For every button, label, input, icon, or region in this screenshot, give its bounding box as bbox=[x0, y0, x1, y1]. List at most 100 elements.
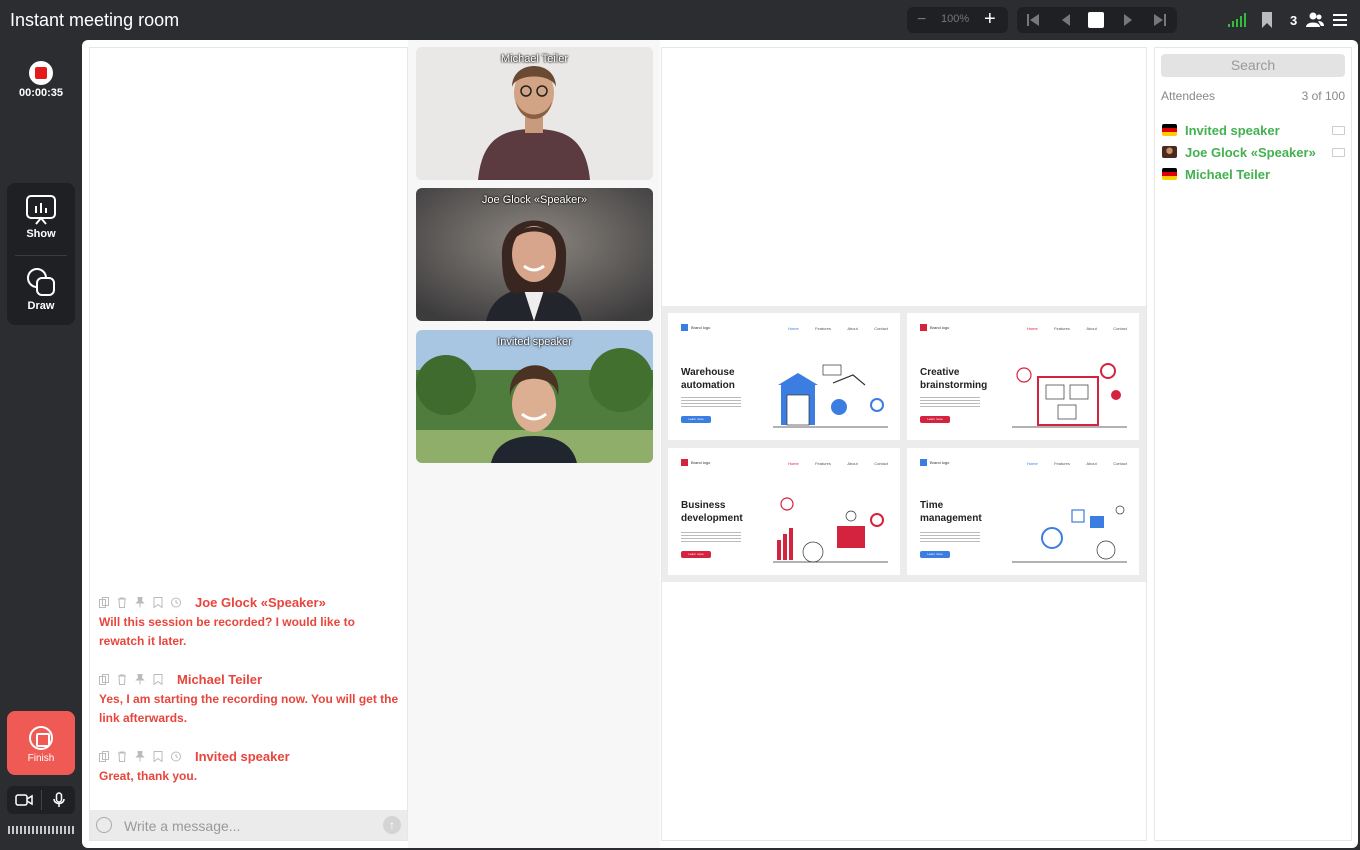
business-illustration bbox=[773, 497, 888, 563]
current-page-indicator[interactable] bbox=[1088, 12, 1104, 28]
delete-icon[interactable] bbox=[117, 674, 127, 685]
microphone-icon[interactable] bbox=[53, 792, 65, 808]
attendee-row[interactable]: Joe Glock «Speaker» bbox=[1162, 142, 1346, 160]
slide-nav-item: Home bbox=[788, 326, 799, 331]
slide-logo: Brand logo bbox=[681, 324, 710, 331]
pin-icon[interactable] bbox=[135, 673, 145, 685]
slide-nav-item: Features bbox=[1054, 461, 1070, 466]
bookmark-message-icon[interactable] bbox=[153, 673, 163, 685]
pin-icon[interactable] bbox=[135, 750, 145, 762]
copy-icon[interactable] bbox=[99, 673, 109, 685]
message-author: Invited speaker bbox=[195, 748, 290, 764]
participants-icon[interactable] bbox=[1306, 12, 1324, 28]
video-tile[interactable]: Joe Glock «Speaker» bbox=[416, 188, 653, 321]
attendee-row[interactable]: Michael Teiler bbox=[1162, 164, 1346, 182]
participant-video bbox=[416, 330, 653, 463]
hamburger-menu-icon[interactable] bbox=[1333, 12, 1347, 28]
slide-navigation bbox=[1017, 7, 1177, 33]
screen-share-icon[interactable] bbox=[1332, 148, 1345, 157]
message-author: Joe Glock «Speaker» bbox=[195, 594, 326, 610]
presentation-icon bbox=[26, 195, 56, 225]
bookmark-icon[interactable] bbox=[1261, 12, 1273, 28]
first-page-icon[interactable] bbox=[1026, 13, 1040, 27]
chat-message: Invited speaker Great, thank you. bbox=[99, 747, 399, 786]
chat-message: Michael Teiler Yes, I am starting the re… bbox=[99, 670, 399, 728]
bookmark-message-icon[interactable] bbox=[153, 596, 163, 608]
room-title: Instant meeting room bbox=[10, 10, 180, 30]
attendee-search-input[interactable]: Search bbox=[1161, 54, 1345, 77]
slide-thumbnail[interactable]: Brand logo Home Features About Contact Busi… bbox=[668, 448, 900, 575]
delete-icon[interactable] bbox=[117, 597, 127, 608]
brainstorming-illustration bbox=[1012, 363, 1127, 428]
slide-thumbnail[interactable]: Brand logo Home Features About Contact Time… bbox=[907, 448, 1139, 575]
slide-title: Time management bbox=[920, 500, 982, 524]
slide-button: Learn more bbox=[920, 551, 950, 558]
last-page-icon[interactable] bbox=[1153, 13, 1167, 27]
delete-icon[interactable] bbox=[117, 751, 127, 762]
send-icon[interactable]: ↑ bbox=[383, 816, 401, 834]
slide-thumbnail[interactable]: Brand logo Home Features About Contact Ware… bbox=[668, 313, 900, 440]
slide-nav: Home Features About Contact bbox=[788, 326, 888, 331]
slide-thumbnail[interactable]: Brand logo Home Features About Contact Crea… bbox=[907, 313, 1139, 440]
camera-icon[interactable] bbox=[15, 794, 33, 806]
attendee-name: Michael Teiler bbox=[1185, 167, 1271, 182]
audio-level-meter bbox=[8, 826, 74, 834]
chat-input[interactable]: Write a message... ↑ bbox=[90, 810, 407, 840]
zoom-out-button[interactable]: − bbox=[917, 11, 926, 29]
slide-title: Creative brainstorming bbox=[920, 367, 988, 391]
stop-icon bbox=[29, 726, 53, 750]
germany-flag-icon bbox=[1162, 168, 1177, 180]
attendees-panel: Search Attendees 3 of 100 Invited speake… bbox=[1154, 47, 1352, 841]
finish-button[interactable]: Finish bbox=[7, 711, 75, 775]
slide-text-lines bbox=[681, 532, 741, 542]
avatar bbox=[1162, 146, 1177, 158]
slide-text-lines bbox=[681, 397, 741, 407]
slide-nav-item: Features bbox=[1054, 326, 1070, 331]
message-text: Great, thank you. bbox=[99, 769, 198, 783]
screen-share-icon[interactable] bbox=[1332, 126, 1345, 135]
emoji-icon[interactable] bbox=[96, 817, 112, 833]
slide-nav-item: Home bbox=[788, 461, 799, 466]
copy-icon[interactable] bbox=[99, 750, 109, 762]
copy-icon[interactable] bbox=[99, 596, 109, 608]
pin-icon[interactable] bbox=[135, 596, 145, 608]
show-button[interactable]: Show bbox=[7, 195, 75, 240]
clock-icon[interactable] bbox=[171, 597, 181, 608]
slide-nav-item: Home bbox=[1027, 326, 1038, 331]
slide-button: Learn more bbox=[681, 551, 711, 558]
tool-divider bbox=[15, 255, 67, 256]
attendee-name: Joe Glock «Speaker» bbox=[1185, 145, 1316, 160]
slide-button: Learn more bbox=[681, 416, 711, 423]
draw-button[interactable]: Draw bbox=[7, 267, 75, 312]
chat-message: Joe Glock «Speaker» Will this session be… bbox=[99, 593, 399, 651]
slide-nav-item: Features bbox=[815, 461, 831, 466]
slide-nav: Home Features About Contact bbox=[1027, 326, 1127, 331]
record-stop-icon[interactable] bbox=[29, 61, 53, 85]
video-tile[interactable]: Invited speaker bbox=[416, 330, 653, 463]
slide-nav-item: Contact bbox=[1113, 326, 1127, 331]
media-controls bbox=[7, 786, 75, 814]
slide-nav-item: About bbox=[1086, 326, 1097, 331]
participant-video bbox=[416, 188, 653, 321]
slide-nav-item: Features bbox=[815, 326, 831, 331]
previous-page-icon[interactable] bbox=[1059, 13, 1073, 27]
show-label: Show bbox=[26, 228, 56, 240]
media-separator bbox=[41, 790, 42, 810]
attendee-name: Invited speaker bbox=[1185, 123, 1280, 138]
slide-title: Warehouse automation bbox=[681, 367, 735, 391]
slide-text-lines bbox=[920, 397, 980, 407]
chat-input-placeholder: Write a message... bbox=[124, 818, 241, 834]
clock-icon[interactable] bbox=[171, 751, 181, 762]
slide-title: Business development bbox=[681, 500, 743, 524]
next-page-icon[interactable] bbox=[1121, 13, 1135, 27]
attendee-row[interactable]: Invited speaker bbox=[1162, 120, 1346, 138]
slide-nav: Home Features About Contact bbox=[1027, 461, 1127, 466]
germany-flag-icon bbox=[1162, 124, 1177, 136]
zoom-in-button[interactable]: + bbox=[984, 8, 996, 31]
video-tile[interactable]: Michael Teiler bbox=[416, 47, 653, 180]
bookmark-message-icon[interactable] bbox=[153, 750, 163, 762]
time-management-illustration bbox=[1012, 505, 1127, 563]
attendees-count: 3 of 100 bbox=[1301, 89, 1345, 103]
chat-panel: Joe Glock «Speaker» Will this session be… bbox=[89, 47, 408, 841]
slide-nav-item: About bbox=[1086, 461, 1097, 466]
